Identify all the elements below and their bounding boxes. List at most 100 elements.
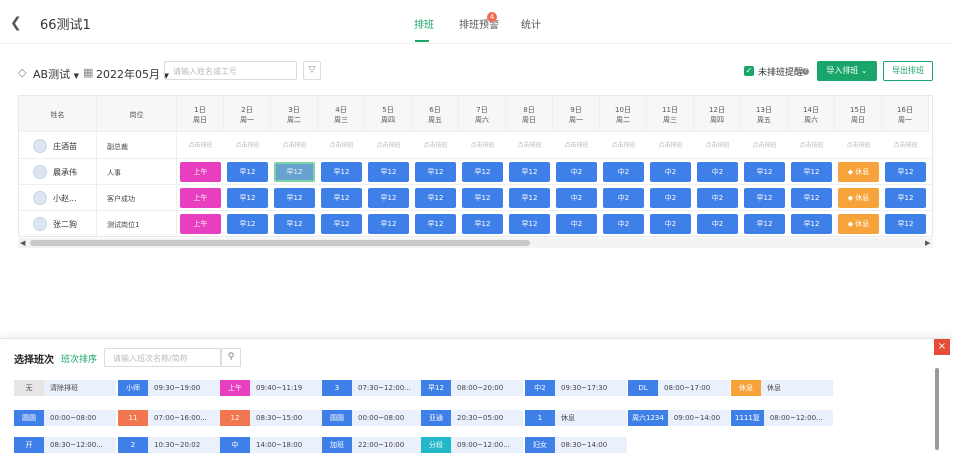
schedule-cell[interactable]: 点击排班 (697, 136, 738, 156)
schedule-cell[interactable]: 早12 (791, 188, 832, 208)
schedule-cell[interactable]: 点击排班 (650, 136, 691, 156)
shift-search-input[interactable]: 请输入班次名称/简称 (104, 348, 221, 367)
shift-option[interactable]: 上午 09:40~11:19 (220, 380, 322, 396)
schedule-cell[interactable]: 早12 (368, 214, 409, 234)
shift-option[interactable]: DL 08:00~17:00 (628, 380, 730, 396)
schedule-cell[interactable]: 早12 (274, 214, 315, 234)
shift-option[interactable]: 亚通 20:30~05:00 (421, 410, 523, 426)
import-button[interactable]: 导入排班 ⌄ (817, 61, 877, 81)
schedule-cell[interactable]: 早12 (227, 188, 268, 208)
shift-option[interactable]: 加班 22:00~10:00 (322, 437, 424, 453)
scroll-left-icon[interactable]: ◀ (20, 239, 25, 247)
schedule-cell[interactable]: 早12 (321, 162, 362, 182)
shift-option[interactable]: 休息 休息 (731, 380, 833, 396)
schedule-cell[interactable]: 早12 (415, 162, 456, 182)
close-icon[interactable]: × (934, 339, 950, 355)
schedule-cell[interactable]: 中2 (556, 214, 597, 234)
schedule-cell[interactable]: ◆ 休息 (838, 162, 879, 182)
schedule-cell[interactable]: 早12 (227, 214, 268, 234)
shift-option[interactable]: 3 07:30~12:00... (322, 380, 424, 396)
schedule-cell[interactable]: 早12 (744, 214, 785, 234)
schedule-cell[interactable]: 中2 (650, 214, 691, 234)
schedule-cell[interactable]: 点击排班 (227, 136, 268, 156)
shift-option[interactable]: 中 14:00~18:00 (220, 437, 322, 453)
schedule-cell[interactable]: 中2 (556, 188, 597, 208)
schedule-cell[interactable]: 早12 (368, 162, 409, 182)
schedule-cell[interactable]: 上午 (180, 188, 221, 208)
shift-option[interactable]: 早12 08:00~20:00 (421, 380, 523, 396)
schedule-cell[interactable]: 早12 (415, 214, 456, 234)
schedule-cell[interactable]: 早12 (274, 162, 315, 182)
schedule-cell[interactable]: 早12 (509, 162, 550, 182)
employee-search-input[interactable]: 请输入姓名或工号 (164, 61, 297, 80)
shift-option[interactable]: 2 10:30~20:02 (118, 437, 220, 453)
schedule-cell[interactable]: 中2 (556, 162, 597, 182)
shift-option[interactable]: 圆圆 00:00~08:00 (322, 410, 424, 426)
shift-option[interactable]: 圆圆 00:00~08:00 (14, 410, 116, 426)
schedule-cell[interactable]: 早12 (227, 162, 268, 182)
schedule-cell[interactable]: 早12 (321, 214, 362, 234)
shift-option[interactable]: 1 休息 (525, 410, 627, 426)
shift-option[interactable]: 中2 09:30~17:30 (525, 380, 627, 396)
schedule-cell[interactable]: 点击排班 (462, 136, 503, 156)
schedule-cell[interactable]: 中2 (650, 188, 691, 208)
schedule-cell[interactable]: 中2 (603, 162, 644, 182)
help-icon[interactable]: ? (802, 68, 809, 75)
schedule-cell[interactable]: 早12 (368, 188, 409, 208)
shift-option[interactable]: 分段 09:00~12:00... (421, 437, 523, 453)
schedule-cell[interactable]: ◆ 休息 (838, 188, 879, 208)
schedule-cell[interactable]: 点击排班 (744, 136, 785, 156)
schedule-cell[interactable]: 点击排班 (368, 136, 409, 156)
schedule-cell[interactable]: ◆ 休息 (838, 214, 879, 234)
tab-schedule[interactable]: 排班 (414, 16, 434, 31)
schedule-cell[interactable]: 早12 (462, 162, 503, 182)
schedule-cell[interactable]: 早12 (885, 162, 926, 182)
group-select[interactable]: AB测试 ▼ (33, 66, 79, 82)
schedule-cell[interactable]: 中2 (603, 214, 644, 234)
schedule-cell[interactable]: 中2 (697, 214, 738, 234)
schedule-cell[interactable]: 点击排班 (274, 136, 315, 156)
schedule-cell[interactable]: 点击排班 (603, 136, 644, 156)
schedule-cell[interactable]: 早12 (744, 188, 785, 208)
schedule-cell[interactable]: 点击排班 (791, 136, 832, 156)
shift-option[interactable]: 1111复 08:00~12:00... (731, 410, 833, 426)
schedule-cell[interactable]: 点击排班 (180, 136, 221, 156)
schedule-cell[interactable]: 点击排班 (321, 136, 362, 156)
schedule-cell[interactable]: 早12 (744, 162, 785, 182)
schedule-cell[interactable]: 中2 (603, 188, 644, 208)
schedule-cell[interactable]: 上午 (180, 214, 221, 234)
schedule-cell[interactable]: 早12 (791, 162, 832, 182)
scrollbar-thumb[interactable] (30, 240, 530, 246)
shift-sort-link[interactable]: 班次排序 (61, 352, 97, 365)
schedule-cell[interactable]: 早12 (274, 188, 315, 208)
shift-option[interactable]: 周六1234 09:00~14:00 (628, 410, 730, 426)
schedule-cell[interactable]: 早12 (415, 188, 456, 208)
shift-option[interactable]: 11 07:00~16:00... (118, 410, 220, 426)
unscheduled-checkbox[interactable]: ✓ (744, 66, 754, 76)
month-select[interactable]: 2022年05月 ▼ (96, 66, 169, 82)
schedule-cell[interactable]: 早12 (885, 214, 926, 234)
tab-statistics[interactable]: 统计 (521, 16, 541, 31)
schedule-cell[interactable]: 早12 (462, 188, 503, 208)
schedule-cell[interactable]: 点击排班 (885, 136, 926, 156)
shift-option[interactable]: 12 08:30~15:00 (220, 410, 322, 426)
schedule-cell[interactable]: 中2 (697, 162, 738, 182)
schedule-cell[interactable]: 早12 (462, 214, 503, 234)
scroll-right-icon[interactable]: ▶ (925, 239, 930, 247)
schedule-cell[interactable]: 早12 (885, 188, 926, 208)
shift-option[interactable]: 小师 09:30~19:00 (118, 380, 220, 396)
vertical-scrollbar[interactable] (935, 368, 939, 450)
schedule-cell[interactable]: 点击排班 (838, 136, 879, 156)
schedule-cell[interactable]: 上午 (180, 162, 221, 182)
schedule-cell[interactable]: 早12 (509, 188, 550, 208)
shift-option[interactable]: 无清除排班 (14, 380, 116, 396)
schedule-cell[interactable]: 中2 (697, 188, 738, 208)
search-icon[interactable]: ⚲ (221, 348, 241, 367)
schedule-cell[interactable]: 早12 (321, 188, 362, 208)
schedule-cell[interactable]: 早12 (509, 214, 550, 234)
schedule-cell[interactable]: 早12 (791, 214, 832, 234)
schedule-cell[interactable]: 点击排班 (509, 136, 550, 156)
shift-option[interactable]: 妇女 08:30~14:00 (525, 437, 627, 453)
export-button[interactable]: 导出排班 (883, 61, 933, 81)
shift-option[interactable]: 开 08:30~12:00... (14, 437, 116, 453)
